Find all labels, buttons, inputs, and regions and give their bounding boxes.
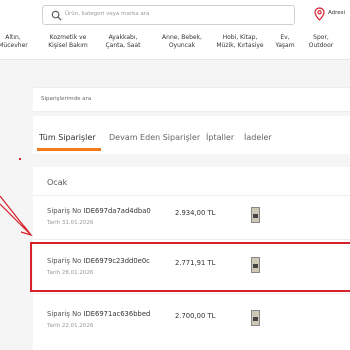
category-sports-outdoor[interactable]: Spor, Outdoor: [309, 34, 334, 50]
order-date-value: 31.01.2026: [61, 220, 94, 226]
product-search-input[interactable]: Ürün, kategori veya marka ara: [42, 5, 295, 25]
order-number-value: IDE697da7ad4dba0: [83, 207, 151, 215]
category-label-line1: Hobi, Kitap,: [222, 34, 258, 41]
divider: [33, 239, 350, 240]
category-label-line1: Ayakkabı,: [108, 34, 138, 41]
category-jewelry[interactable]: Altın, Mücevher: [0, 34, 28, 50]
order-date: Tarih 31.01.2026: [47, 220, 93, 226]
order-number-value: IDE6971ac636bbed: [83, 310, 151, 318]
order-number: Sipariş No IDE6971ac636bbed: [47, 310, 150, 318]
order-row[interactable]: Sipariş No IDE6971ac636bbed Tarih 22.01.…: [33, 310, 350, 350]
category-label-line2: Mücevher: [0, 42, 28, 49]
active-tab-indicator: [37, 148, 101, 151]
order-date-label: Tarih: [47, 323, 61, 329]
highlight-box: [30, 242, 350, 292]
category-nav: Altın, Mücevher Kozmetik ve Kişisel Bakı…: [0, 30, 350, 60]
tab-ongoing-orders[interactable]: Devam Eden Siparişler: [109, 133, 200, 142]
order-date: Tarih 22.01.2026: [47, 323, 93, 329]
address-label: Adresi: [328, 10, 346, 16]
product-thumbnail: [251, 310, 260, 326]
month-heading: Ocak: [47, 178, 68, 187]
category-label-line2: Outdoor: [308, 42, 334, 49]
tab-returns[interactable]: İadeler: [244, 133, 272, 142]
annotation-dot: [19, 158, 21, 160]
tab-cancellations[interactable]: İptaller: [206, 133, 234, 142]
category-shoes-bags[interactable]: Ayakkabı, Çanta, Saat: [105, 34, 140, 50]
category-label-line1: Anne, Bebek,: [162, 34, 202, 41]
category-label-line2: Çanta, Saat: [105, 42, 141, 49]
divider: [33, 195, 350, 196]
category-cosmetics[interactable]: Kozmetik ve Kişisel Bakım: [48, 34, 88, 50]
top-bar: Ürün, kategori veya marka ara Adresi: [0, 0, 350, 30]
location-pin-icon: [314, 7, 325, 21]
order-number-label: Sipariş No: [47, 207, 82, 215]
category-baby-toys[interactable]: Anne, Bebek, Oyuncak: [162, 34, 202, 50]
orders-search-placeholder: Siparişlerimde ara: [41, 96, 92, 102]
category-label-line2: Oyuncak: [168, 42, 196, 49]
category-home-living[interactable]: Ev, Yaşam: [275, 34, 294, 50]
product-thumbnail: [251, 207, 260, 223]
order-tabs: Tüm Siparişler Devam Eden Siparişler İpt…: [33, 116, 350, 154]
order-date-value: 22.01.2026: [61, 323, 94, 329]
order-number-label: Sipariş No: [47, 310, 82, 318]
orders-search-input[interactable]: Siparişlerimde ara: [33, 87, 350, 112]
category-label-line1: Ev,: [280, 34, 290, 41]
divider: [33, 293, 350, 294]
category-label-line2: Müzik, Kırtasiye: [216, 42, 264, 49]
category-hobby-books[interactable]: Hobi, Kitap, Müzik, Kırtasiye: [216, 34, 263, 50]
orders-page: Siparişlerimde ara Tüm Siparişler Devam …: [0, 60, 350, 350]
category-label-line1: Spor,: [313, 34, 329, 41]
order-price: 2.934,00 TL: [175, 209, 216, 217]
order-number: Sipariş No IDE697da7ad4dba0: [47, 207, 151, 215]
category-label-line2: Yaşam: [275, 42, 295, 49]
category-label-line2: Kişisel Bakım: [48, 42, 88, 49]
order-date-label: Tarih: [47, 220, 61, 226]
category-label-line1: Kozmetik ve: [49, 34, 87, 41]
order-price: 2.700,00 TL: [175, 312, 216, 320]
tab-all-orders[interactable]: Tüm Siparişler: [39, 133, 96, 142]
search-icon: [51, 10, 62, 21]
search-placeholder: Ürün, kategori veya marka ara: [65, 11, 150, 17]
annotation-arrow-icon: [0, 195, 33, 237]
category-label-line1: Altın,: [5, 34, 21, 41]
